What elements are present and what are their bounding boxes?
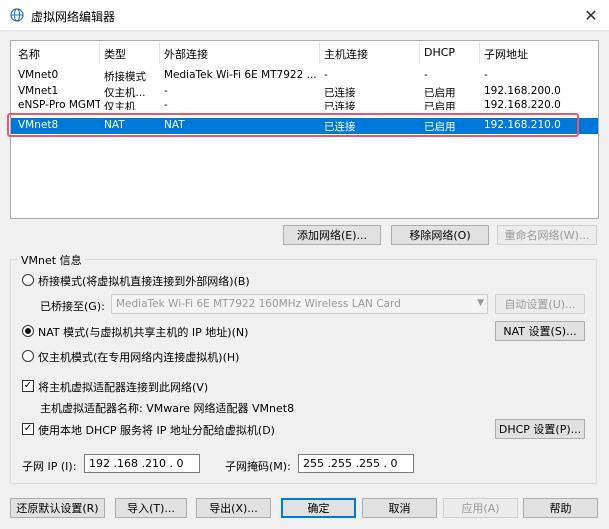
selection-highlight-outline <box>7 113 579 137</box>
column-divider[interactable] <box>479 42 480 64</box>
column-header-type[interactable]: 类型 <box>104 46 126 62</box>
dhcp-settings-button[interactable]: DHCP 设置(P)... <box>495 419 585 439</box>
subnet-mask-input[interactable]: 255 .255 .255 . 0 <box>298 454 414 473</box>
bridged-mode-label[interactable]: 桥接模式(将虚拟机直接连接到外部网络)(B) <box>38 273 250 289</box>
rename-network-button[interactable]: 重命名网络(W)... <box>497 225 597 245</box>
host-only-mode-radio[interactable] <box>22 350 34 362</box>
bridged-to-select[interactable]: MediaTek Wi-Fi 6E MT7922 160MHz Wireless… <box>111 294 488 314</box>
cell-type: 仅主机... <box>104 87 146 99</box>
apply-button[interactable]: 应用(A) <box>443 498 518 518</box>
list-header: 名称 类型 外部连接 主机连接 DHCP 子网地址 <box>11 41 598 65</box>
dhcp-label[interactable]: 使用本地 DHCP 服务将 IP 地址分配给虚拟机(D) <box>38 422 275 438</box>
column-divider[interactable] <box>419 42 420 64</box>
chevron-down-icon: ▼ <box>477 298 484 308</box>
window-title: 虚拟网络编辑器 <box>31 10 116 24</box>
dhcp-checkbox[interactable]: ✓ <box>22 423 34 435</box>
cell-external: - <box>164 100 168 110</box>
list-item[interactable]: eNSP-Pro MGMT 仅主机 - 已连接 已启用 192.168.220.… <box>11 100 598 110</box>
nat-mode-radio[interactable] <box>22 325 34 337</box>
cell-dhcp: 已启用 <box>424 87 456 99</box>
ok-button[interactable]: 确定 <box>281 498 356 518</box>
subnet-mask-label: 子网掩码(M): <box>225 460 291 473</box>
cell-subnet: 192.168.220.0 <box>484 100 561 110</box>
help-button[interactable]: 帮助 <box>523 498 598 518</box>
subnet-ip-input[interactable]: 192 .168 .210 . 0 <box>84 454 200 473</box>
cell-subnet: 192.168.200.0 <box>484 85 561 97</box>
column-header-dhcp[interactable]: DHCP <box>424 46 455 59</box>
close-icon[interactable]: ✕ <box>573 0 609 30</box>
column-divider[interactable] <box>159 42 160 64</box>
network-globe-icon <box>10 8 24 22</box>
vmnet-info-legend: VMnet 信息 <box>18 252 85 268</box>
column-header-external[interactable]: 外部连接 <box>164 46 208 62</box>
adapter-name-text: 主机虚拟适配器名称: VMware 网络适配器 VMnet8 <box>40 402 295 415</box>
cell-name: VMnet0 <box>18 69 59 81</box>
cell-external: MediaTek Wi-Fi 6E MT7922 ... <box>164 69 317 81</box>
bridged-to-label: 已桥接至(G): <box>40 300 105 313</box>
cell-dhcp: 已启用 <box>424 101 456 110</box>
connect-adapter-label[interactable]: 将主机虚拟适配器连接到此网络(V) <box>38 379 208 395</box>
connect-adapter-checkbox[interactable]: ✓ <box>22 380 34 392</box>
subnet-ip-label: 子网 IP (I): <box>22 460 77 473</box>
cell-subnet: - <box>484 69 488 81</box>
bridged-to-value: MediaTek Wi-Fi 6E MT7922 160MHz Wireless… <box>116 298 401 310</box>
import-button[interactable]: 导入(T)... <box>115 498 187 518</box>
export-button[interactable]: 导出(X)... <box>196 498 271 518</box>
cell-name: VMnet1 <box>18 85 59 97</box>
list-item[interactable]: VMnet0 桥接模式 MediaTek Wi-Fi 6E MT7922 ...… <box>11 68 598 83</box>
host-only-mode-label[interactable]: 仅主机模式(在专用网络内连接虚拟机)(H) <box>38 349 239 365</box>
restore-defaults-button[interactable]: 还原默认设置(R) <box>10 498 105 518</box>
column-header-subnet[interactable]: 子网地址 <box>484 46 528 62</box>
column-divider[interactable] <box>319 42 320 64</box>
add-network-button[interactable]: 添加网络(E)... <box>283 225 381 245</box>
cell-host: 已连接 <box>324 87 356 99</box>
list-item[interactable]: VMnet1 仅主机... - 已连接 已启用 192.168.200.0 <box>11 84 598 99</box>
nat-settings-button[interactable]: NAT 设置(S)... <box>495 321 585 341</box>
column-header-name[interactable]: 名称 <box>18 46 40 62</box>
vmnet-info-group <box>10 259 597 484</box>
cell-host: 已连接 <box>324 101 356 110</box>
auto-settings-button[interactable]: 自动设置(U)... <box>495 294 585 314</box>
column-divider[interactable] <box>99 42 100 64</box>
bridged-mode-radio[interactable] <box>22 274 34 286</box>
cell-name: eNSP-Pro MGMT <box>18 100 100 110</box>
cancel-button[interactable]: 取消 <box>362 498 437 518</box>
nat-mode-label[interactable]: NAT 模式(与虚拟机共享主机的 IP 地址)(N) <box>38 324 248 340</box>
cell-type: 仅主机 <box>104 101 136 110</box>
cell-dhcp: - <box>424 69 428 81</box>
cell-host: - <box>324 69 328 81</box>
column-header-host[interactable]: 主机连接 <box>324 46 368 62</box>
cell-type: 桥接模式 <box>104 71 146 83</box>
remove-network-button[interactable]: 移除网络(O) <box>391 225 489 245</box>
cell-external: - <box>164 85 168 97</box>
